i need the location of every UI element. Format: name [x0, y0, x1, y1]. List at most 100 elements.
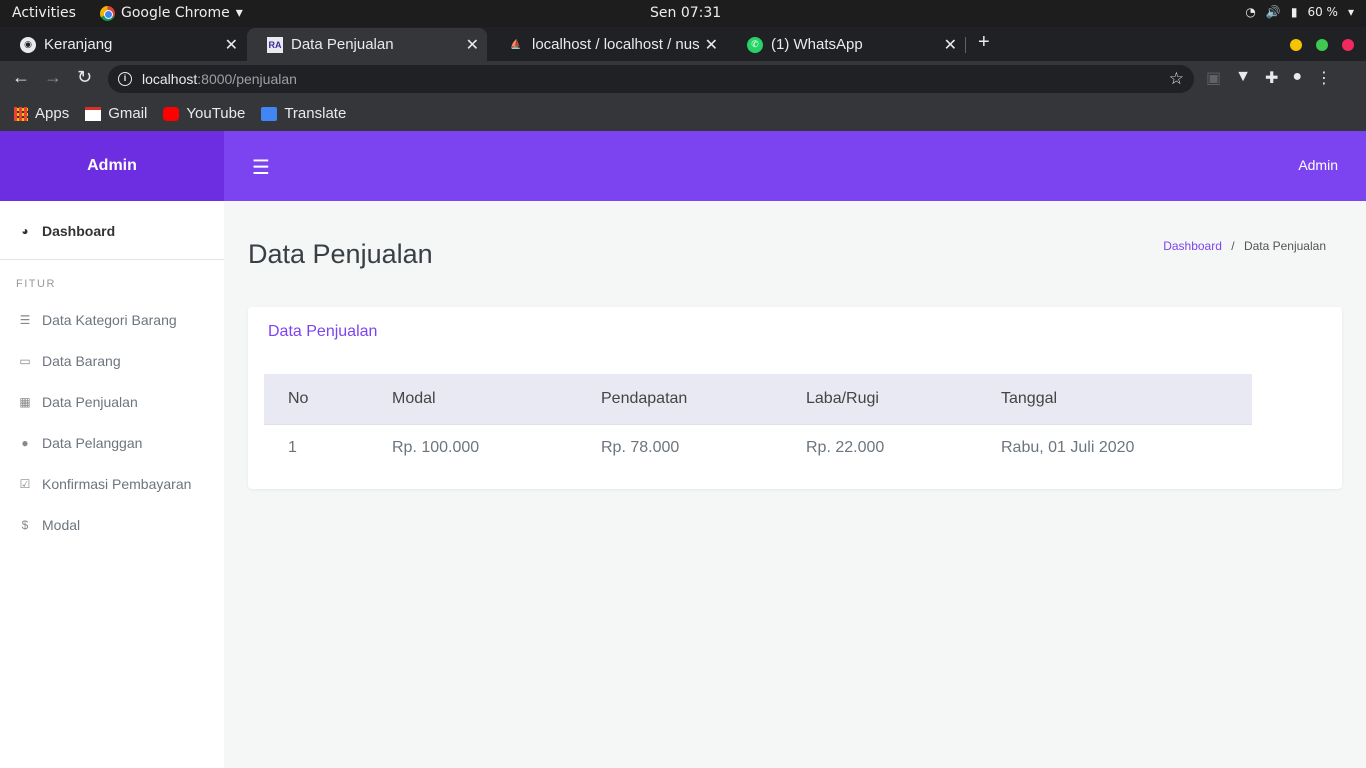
ra-logo-icon: RA — [267, 36, 283, 53]
reload-icon[interactable]: ↻ — [77, 67, 92, 88]
top-navbar: ☰ Admin — [224, 131, 1366, 201]
tab-keranjang[interactable]: ◉ Keranjang ✕ — [0, 28, 246, 61]
app-name: Google Chrome — [121, 5, 230, 21]
youtube-icon — [163, 106, 180, 121]
column-header: No — [288, 389, 309, 407]
gmail-icon — [85, 106, 102, 121]
activities-button[interactable]: Activities — [12, 5, 76, 21]
sidebar-item-label: Dashboard — [42, 223, 116, 239]
sidebar-item-modal[interactable]: $ Modal — [0, 513, 224, 537]
system-status[interactable]: ◔ 🔊 ▮ 60 % ▾ — [1245, 5, 1354, 19]
divider — [0, 259, 224, 260]
bookmark-youtube[interactable]: YouTube — [163, 105, 245, 122]
table-cell: Rp. 22.000 — [782, 423, 977, 472]
breadcrumb: Dashboard / Data Penjualan — [1163, 239, 1326, 253]
whatsapp-icon: ✆ — [747, 36, 763, 53]
sidebar-item-label: Data Barang — [42, 353, 121, 369]
extensions-area: ▣ ▼ ✚ ● ⋮ — [1206, 68, 1332, 88]
vivaldi-icon[interactable]: ▼ — [1235, 68, 1251, 88]
column-header: Laba/Rugi — [806, 389, 879, 407]
new-tab-button[interactable]: + — [978, 31, 990, 54]
sidebar-item-label: Data Kategori Barang — [42, 312, 177, 328]
tab-strip: ◉ Keranjang ✕ RA Data Penjualan ✕ ⛵ loca… — [0, 27, 1366, 61]
sidebar-item-dashboard[interactable]: ◕ Dashboard — [0, 219, 224, 243]
close-icon[interactable]: ✕ — [225, 35, 238, 55]
sidebar-item-konfirmasi[interactable]: ☑ Konfirmasi Pembayaran — [0, 472, 224, 496]
table-header-row: No Modal Pendapatan Laba/Rugi Tanggal — [264, 374, 1252, 424]
translate-icon — [261, 106, 278, 121]
caret-down-icon: ▾ — [235, 5, 243, 21]
minimize-button[interactable] — [1290, 39, 1302, 51]
apps-grid-icon — [14, 106, 28, 121]
sidebar-item-label: Konfirmasi Pembayaran — [42, 476, 192, 492]
bookmark-apps[interactable]: Apps — [14, 105, 69, 122]
browser-toolbar: ← → ↻ i localhost:8000/penjualan ☆ ▣ ▼ ✚… — [0, 61, 1366, 96]
sidebar-section-heading: FITUR — [16, 278, 56, 290]
dollar-icon: $ — [21, 518, 29, 532]
address-bar[interactable]: i localhost:8000/penjualan ☆ — [108, 65, 1194, 93]
profile-icon[interactable]: ● — [1292, 68, 1302, 88]
app-menu[interactable]: Google Chrome ▾ — [100, 5, 243, 21]
dashboard-icon: ◕ — [21, 224, 29, 238]
check-square-icon: ☑ — [19, 477, 31, 491]
sidebar-item-penjualan[interactable]: ▦ Data Penjualan — [0, 390, 224, 414]
back-icon[interactable]: ← — [12, 67, 30, 88]
tab-data-penjualan[interactable]: RA Data Penjualan ✕ — [247, 28, 487, 61]
tab-title: localhost / localhost / nus — [532, 36, 700, 53]
sidebar-item-label: Modal — [42, 517, 81, 533]
caret-down-icon: ▾ — [1347, 5, 1354, 19]
url-path: :8000/penjualan — [197, 71, 297, 87]
sidebar-item-label: Data Penjualan — [42, 394, 138, 410]
sales-card: Data Penjualan No Modal Pendapatan Laba/… — [248, 307, 1342, 489]
maximize-button[interactable] — [1316, 39, 1328, 51]
globe-icon: ◉ — [20, 36, 36, 53]
brand-logo[interactable]: Admin — [0, 131, 224, 201]
menu-dots-icon[interactable]: ⋮ — [1316, 68, 1332, 88]
bookmark-star-icon[interactable]: ☆ — [1169, 65, 1184, 93]
sidebar-item-kategori[interactable]: ☰ Data Kategori Barang — [0, 308, 224, 332]
hamburger-menu-icon[interactable]: ☰ — [252, 155, 270, 180]
wifi-icon: ◔ — [1245, 5, 1256, 19]
sidebar-item-pelanggan[interactable]: ● Data Pelanggan — [0, 431, 224, 455]
window-icon: ▭ — [19, 354, 31, 368]
web-page: Admin ☰ Admin ◕ Dashboard FITUR ☰ Data K… — [0, 131, 1366, 768]
table-icon: ▦ — [19, 395, 31, 409]
column-header: Tanggal — [1001, 389, 1058, 407]
table-cell: Rabu, 01 Juli 2020 — [977, 423, 1252, 472]
card-title: Data Penjualan — [268, 323, 378, 340]
bookmark-label: Gmail — [108, 105, 148, 122]
close-icon[interactable]: ✕ — [466, 35, 479, 55]
tab-whatsapp[interactable]: ✆ (1) WhatsApp ✕ — [727, 28, 966, 61]
breadcrumb-current: Data Penjualan — [1243, 239, 1326, 253]
bookmark-label: Translate — [284, 105, 347, 122]
bookmark-translate[interactable]: Translate — [261, 105, 346, 122]
phpmyadmin-icon: ⛵ — [510, 39, 522, 49]
info-icon[interactable]: i — [118, 72, 132, 86]
column-header: Modal — [392, 389, 436, 407]
column-header: Pendapatan — [601, 389, 688, 407]
sales-table: No Modal Pendapatan Laba/Rugi Tanggal 1 … — [264, 374, 1252, 472]
sidebar-item-label: Data Pelanggan — [42, 435, 143, 451]
battery-icon: ▮ — [1290, 5, 1298, 19]
clock[interactable]: Sen 07:31 — [650, 5, 721, 21]
table-row: 1 Rp. 100.000 Rp. 78.000 Rp. 22.000 Rabu… — [264, 423, 1252, 472]
breadcrumb-separator: / — [1231, 239, 1235, 253]
tab-phpmyadmin[interactable]: ⛵ localhost / localhost / nus ✕ — [488, 28, 726, 61]
close-icon[interactable]: ✕ — [704, 35, 718, 55]
sidebar: ◕ Dashboard FITUR ☰ Data Kategori Barang… — [0, 201, 224, 768]
list-icon: ☰ — [19, 313, 31, 327]
extension-icon[interactable]: ▣ — [1206, 68, 1221, 88]
puzzle-icon[interactable]: ✚ — [1265, 68, 1278, 88]
chrome-icon — [100, 5, 115, 21]
sidebar-item-barang[interactable]: ▭ Data Barang — [0, 349, 224, 373]
bookmark-gmail[interactable]: Gmail — [85, 105, 147, 122]
close-icon[interactable]: ✕ — [944, 35, 957, 55]
user-menu[interactable]: Admin — [1298, 157, 1338, 173]
tab-separator — [965, 37, 966, 53]
bookmark-label: Apps — [35, 105, 70, 122]
close-window-button[interactable] — [1342, 39, 1354, 51]
breadcrumb-home-link[interactable]: Dashboard — [1163, 239, 1222, 253]
user-icon: ● — [21, 436, 29, 450]
forward-icon[interactable]: → — [44, 67, 62, 88]
table-cell: Rp. 100.000 — [368, 423, 577, 472]
